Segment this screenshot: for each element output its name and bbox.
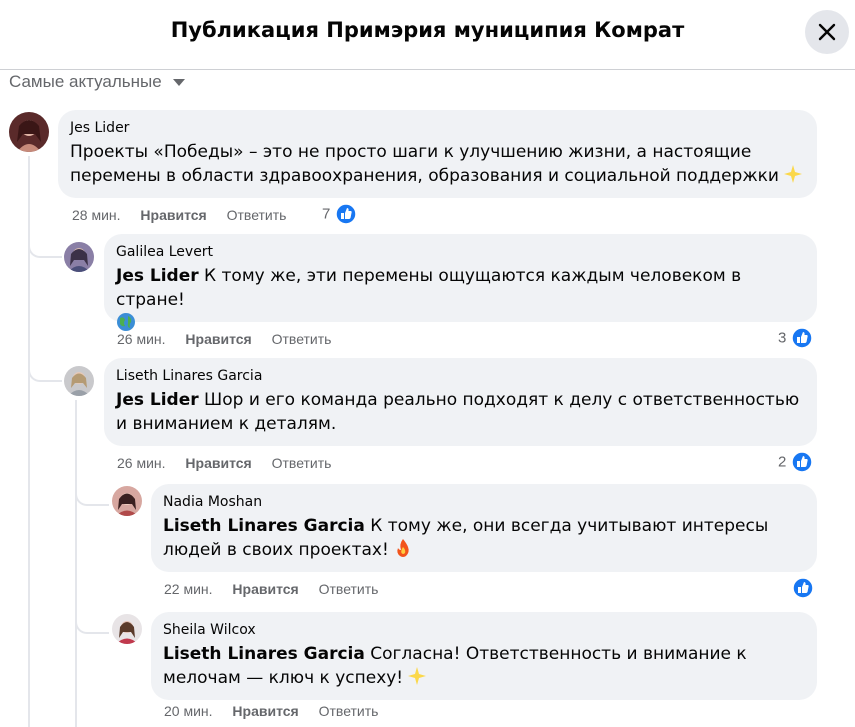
comment-bubble: Nadia Moshan Liseth Linares Garcia К том…	[151, 484, 817, 572]
comment-time[interactable]: 28 мин.	[72, 207, 121, 223]
like-button[interactable]: Нравится	[232, 703, 298, 719]
comment-author[interactable]: Nadia Moshan	[163, 492, 805, 512]
comment-text: Проекты «Победы» – это не просто шаги к …	[70, 140, 805, 191]
comment-bubble: Jes Lider Проекты «Победы» – это не прос…	[58, 110, 817, 198]
dialog-title: Публикация Примэрия муниципия Комрат	[170, 18, 685, 42]
comment-text: Liseth Linares Garcia Согласна! Ответств…	[163, 642, 805, 693]
reply-button[interactable]: Ответить	[227, 207, 287, 223]
mention-link[interactable]: Liseth Linares Garcia	[163, 644, 365, 664]
dialog-header: Публикация Примэрия муниципия Комрат	[0, 0, 855, 70]
comment-text: Liseth Linares Garcia К тому же, они все…	[163, 514, 805, 565]
sparkle-emoji	[407, 666, 427, 693]
comment-text: Jes Lider Шор и его команда реально подх…	[116, 390, 800, 434]
reaction-count[interactable]	[792, 577, 814, 599]
fire-emoji	[393, 538, 413, 565]
thread-line	[75, 400, 77, 727]
reaction-count[interactable]: 2	[778, 451, 813, 473]
thread-connector	[28, 236, 62, 258]
like-button[interactable]: Нравится	[185, 331, 251, 347]
thread-connector	[75, 484, 109, 506]
reply-button[interactable]: Ответить	[272, 331, 332, 347]
sparkle-emoji	[783, 164, 803, 191]
comment-bubble: Liseth Linares Garcia Jes Lider Шор и ег…	[104, 358, 817, 446]
thread-connector	[28, 360, 62, 382]
mention-link[interactable]: Jes Lider	[116, 266, 199, 286]
avatar[interactable]	[9, 112, 49, 152]
comment-author[interactable]: Jes Lider	[70, 118, 805, 138]
comment-time[interactable]: 26 мин.	[117, 455, 166, 471]
reaction-count[interactable]: 7	[322, 203, 357, 225]
reply-button[interactable]: Ответить	[272, 455, 332, 471]
like-icon	[790, 327, 813, 349]
thread-connector	[75, 612, 109, 634]
reply-button[interactable]: Ответить	[319, 581, 379, 597]
comment-author[interactable]: Liseth Linares Garcia	[116, 366, 805, 386]
caret-down-icon	[173, 78, 186, 86]
comment-author[interactable]: Galilea Levert	[116, 242, 805, 262]
comment-text: Jes Lider К тому же, эти перемены ощущаю…	[116, 264, 805, 339]
comment-time[interactable]: 22 мин.	[164, 581, 213, 597]
comment-time[interactable]: 26 мин.	[117, 331, 166, 347]
comment-meta: 20 мин. Нравится Ответить	[164, 703, 394, 719]
comment-meta: 26 мин. Нравится Ответить	[117, 455, 347, 471]
close-icon	[818, 23, 836, 41]
comment-meta: 28 мин. Нравится Ответить	[72, 207, 302, 223]
avatar[interactable]	[112, 486, 142, 516]
mention-link[interactable]: Liseth Linares Garcia	[163, 516, 365, 536]
comment-bubble: Galilea Levert Jes Lider К тому же, эти …	[104, 234, 817, 331]
comment-time[interactable]: 20 мин.	[164, 703, 213, 719]
comment-meta: 22 мин. Нравится Ответить	[164, 581, 394, 597]
reply-button[interactable]: Ответить	[319, 703, 379, 719]
avatar[interactable]	[64, 242, 94, 272]
reaction-count[interactable]: 3	[778, 327, 813, 349]
avatar[interactable]	[112, 614, 142, 644]
close-button[interactable]	[805, 10, 849, 54]
comment-bubble: Sheila Wilcox Liseth Linares Garcia Согл…	[151, 612, 817, 700]
like-icon	[792, 577, 814, 599]
comment-meta: 26 мин. Нравится Ответить	[117, 331, 347, 347]
mention-link[interactable]: Jes Lider	[116, 390, 199, 410]
avatar[interactable]	[64, 366, 94, 396]
like-button[interactable]: Нравится	[140, 207, 206, 223]
like-button[interactable]: Нравится	[185, 455, 251, 471]
like-button[interactable]: Нравится	[232, 581, 298, 597]
sort-label: Самые актуальные	[9, 72, 162, 91]
like-icon	[334, 203, 357, 225]
sort-dropdown[interactable]: Самые актуальные	[9, 72, 186, 92]
like-icon	[790, 451, 813, 473]
comment-author[interactable]: Sheila Wilcox	[163, 620, 805, 640]
